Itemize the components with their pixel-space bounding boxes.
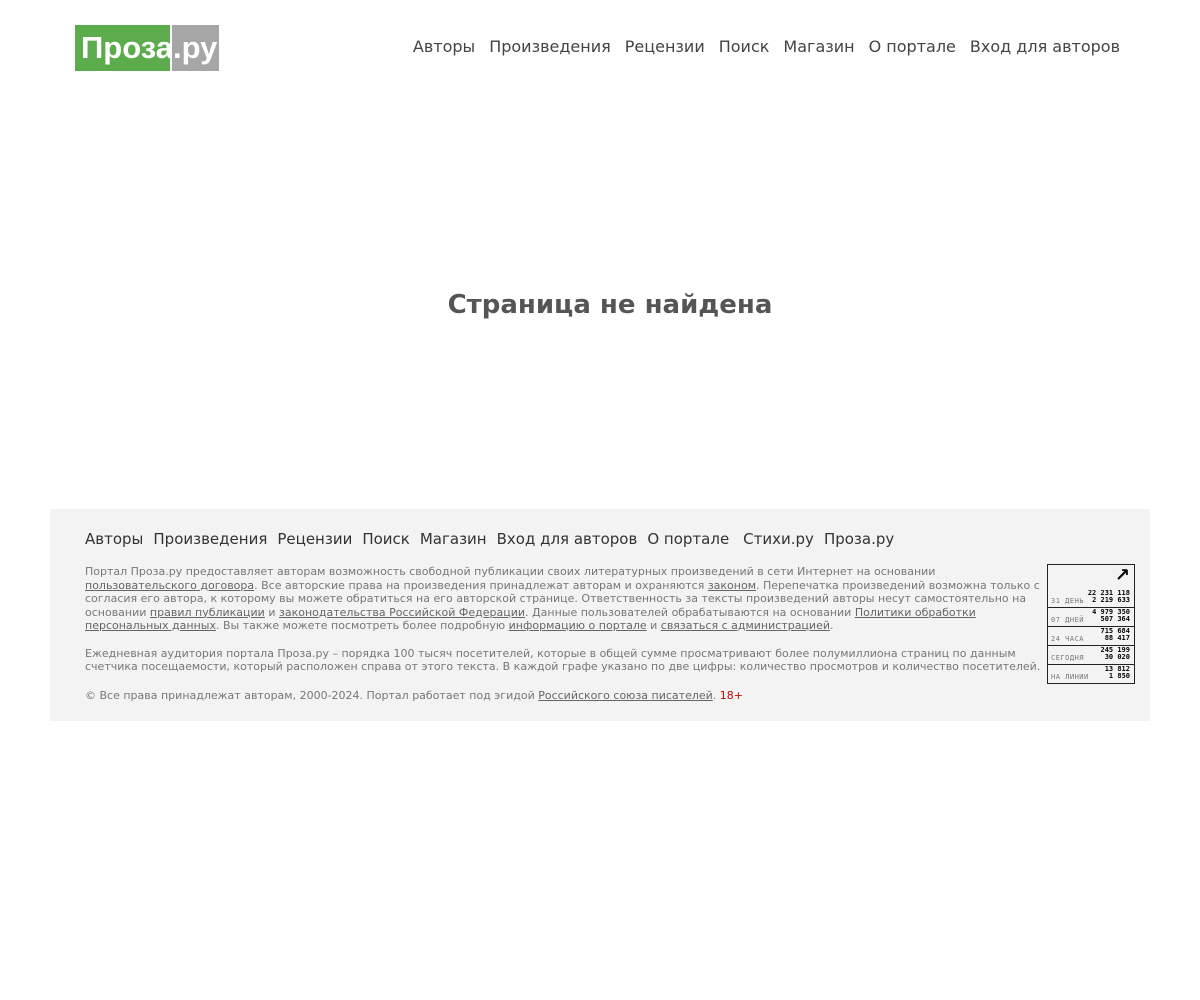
legislation-link[interactable]: законодательства Российской Федерации	[279, 606, 525, 619]
text: .	[829, 619, 834, 632]
footer-nav-stihi[interactable]: Стихи.ру	[743, 530, 814, 548]
nav-shop[interactable]: Магазин	[783, 37, 854, 56]
page-title: Страница не найдена	[447, 290, 773, 320]
counter-visitors: 30 020	[1104, 653, 1130, 661]
nav-works[interactable]: Произведения	[489, 37, 611, 56]
footer-nav-reviews[interactable]: Рецензии	[277, 530, 352, 548]
counter-visitors: 2 219 633	[1092, 596, 1130, 604]
counter-values: 245 199 30 020	[1100, 647, 1130, 661]
copyright: © Все права принадлежат авторам, 2000-20…	[85, 689, 743, 702]
counter-label: 07 ДНЕЙ	[1051, 616, 1085, 624]
text: Портал Проза.ру предоставляет авторам во…	[85, 565, 936, 578]
counter-values: 13 812 1 850	[1105, 666, 1130, 680]
counter-label: 24 ЧАСА	[1051, 635, 1085, 643]
logo-text-main: Проза	[75, 25, 173, 71]
portal-info-link[interactable]: информацию о портале	[509, 619, 647, 632]
footer-nav-login[interactable]: Вход для авторов	[497, 530, 638, 548]
counter-values: 22 231 118 2 219 633	[1088, 590, 1130, 604]
counter-label: 31 ДЕНЬ	[1051, 597, 1085, 605]
nav-reviews[interactable]: Рецензии	[625, 37, 705, 56]
text: . Все авторские права на произведения пр…	[254, 578, 708, 592]
counter-visitors: 88 417	[1104, 634, 1130, 642]
footer-paragraph-audience: Ежедневная аудитория портала Проза.ру – …	[85, 646, 1041, 674]
footer-nav-about[interactable]: О портале	[647, 530, 729, 548]
counter-visitors: 507 364	[1100, 615, 1130, 623]
publication-rules-link[interactable]: правил публикации	[150, 606, 265, 619]
footer-paragraph-rights: Портал Проза.ру предоставляет авторам во…	[85, 565, 1043, 633]
counter-row: 07 ДНЕЙ 4 979 350 507 364	[1048, 608, 1134, 627]
footer: Авторы Произведения Рецензии Поиск Магаз…	[50, 509, 1150, 721]
arrow-up-right-icon: ↗	[1114, 565, 1130, 586]
logo-text-domain: .ру	[172, 25, 219, 71]
footer-nav-search[interactable]: Поиск	[362, 530, 410, 548]
writers-union-link[interactable]: Российского союза писателей	[538, 689, 713, 702]
counter-values: 4 979 350 507 364	[1092, 609, 1130, 623]
copyright-text: © Все права принадлежат авторам, 2000-20…	[85, 689, 539, 702]
footer-nav-shop[interactable]: Магазин	[420, 530, 487, 548]
nav-about[interactable]: О портале	[869, 37, 956, 56]
text: и	[264, 605, 279, 619]
text: . Вы также можете посмотреть более подро…	[215, 619, 509, 632]
footer-nav-authors[interactable]: Авторы	[85, 530, 143, 548]
footer-navigation: Авторы Произведения Рецензии Поиск Магаз…	[85, 530, 894, 548]
text: . Данные пользователей обрабатываются на…	[525, 605, 855, 619]
copyright-text: .	[712, 689, 720, 702]
footer-nav-proza[interactable]: Проза.ру	[824, 530, 894, 548]
header: Проза .ру Авторы Произведения Рецензии П…	[0, 0, 1200, 100]
top-navigation: Авторы Произведения Рецензии Поиск Магаз…	[413, 37, 1120, 56]
user-agreement-link[interactable]: пользовательского договора	[85, 579, 254, 592]
counter-visitors: 1 850	[1108, 672, 1130, 680]
counter-values: 715 684 88 417	[1100, 628, 1130, 642]
nav-authors[interactable]: Авторы	[413, 37, 475, 56]
footer-text: Портал Проза.ру предоставляет авторам во…	[85, 565, 1043, 688]
counter-row: 24 ЧАСА 715 684 88 417	[1048, 627, 1134, 646]
site-logo[interactable]: Проза .ру	[75, 25, 219, 71]
counter-row: ↗ 31 ДЕНЬ 22 231 118 2 219 633	[1048, 565, 1134, 608]
text: и	[646, 619, 661, 632]
counter-row: СЕГОДНЯ 245 199 30 020	[1048, 646, 1134, 665]
footer-nav-works[interactable]: Произведения	[153, 530, 267, 548]
counter-label: НА ЛИНИИ	[1051, 673, 1089, 681]
nav-login[interactable]: Вход для авторов	[970, 37, 1120, 56]
counter-row: НА ЛИНИИ 13 812 1 850	[1048, 665, 1134, 683]
age-rating-badge: 18+	[719, 689, 743, 702]
nav-search[interactable]: Поиск	[719, 37, 770, 56]
contact-admin-link[interactable]: связаться с администрацией	[661, 619, 830, 632]
law-link[interactable]: законом	[708, 579, 756, 592]
counter-label: СЕГОДНЯ	[1051, 654, 1085, 662]
visit-counter[interactable]: ↗ 31 ДЕНЬ 22 231 118 2 219 633 07 ДНЕЙ 4 …	[1047, 564, 1135, 684]
